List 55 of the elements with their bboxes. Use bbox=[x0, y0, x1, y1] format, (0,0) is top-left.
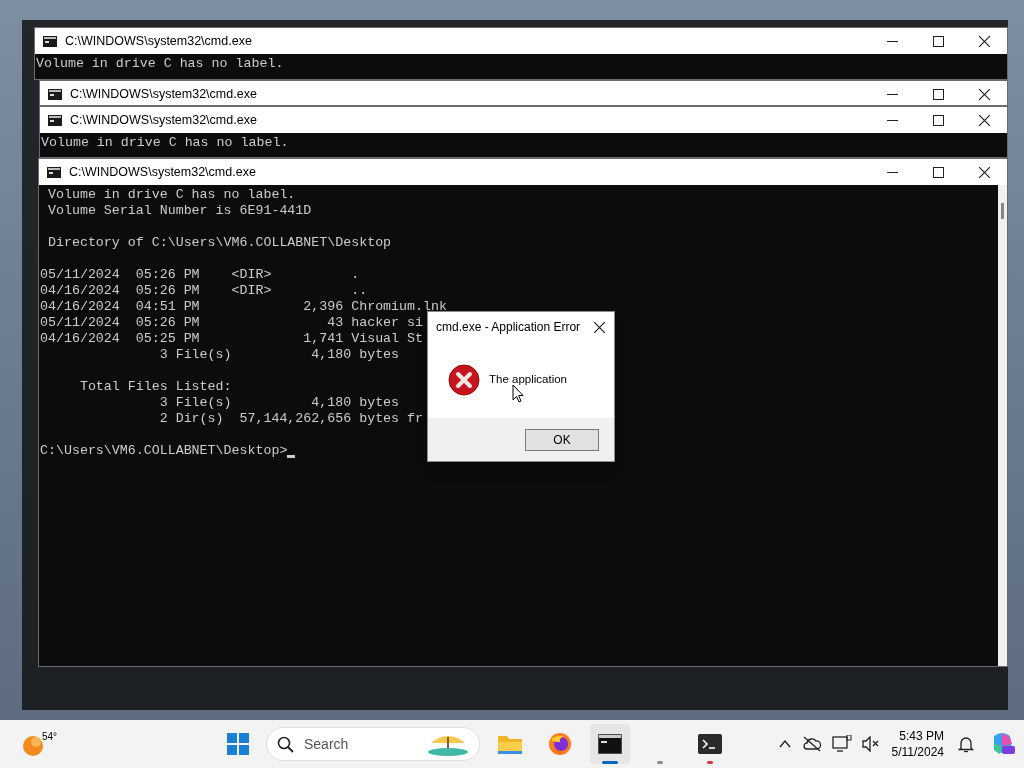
clock[interactable]: 5:43 PM 5/11/2024 bbox=[891, 728, 944, 760]
console-app-button[interactable] bbox=[590, 724, 630, 764]
bell-icon[interactable] bbox=[958, 735, 974, 753]
clock-date: 5/11/2024 bbox=[891, 744, 944, 760]
console-line: Volume in drive C has no label. bbox=[41, 135, 289, 151]
console-line: Directory of C:\Users\VM6.COLLABNET\Desktop bbox=[46, 235, 392, 251]
maximize-icon bbox=[932, 166, 944, 178]
console-icon bbox=[48, 114, 62, 126]
window-title: C:\WINDOWS\system32\cmd.exe bbox=[65, 32, 253, 50]
console-icon bbox=[47, 166, 61, 178]
search-icon bbox=[277, 735, 294, 753]
pointer-icon bbox=[512, 384, 524, 403]
console-line: 04/16/2024 05:25 PM 1,741 Visual St bbox=[40, 331, 423, 347]
console-line: 2 Dir(s) 57,144,262,656 bytes fr bbox=[158, 411, 423, 427]
clock-time: 5:43 PM bbox=[899, 728, 944, 744]
temperature-label: 54° bbox=[42, 730, 58, 744]
close-icon bbox=[978, 114, 990, 126]
search-input[interactable]: Search bbox=[304, 733, 425, 755]
start-icon bbox=[227, 733, 249, 755]
speaker-muted-icon[interactable] bbox=[861, 736, 880, 752]
window-title: C:\WINDOWS\system32\cmd.exe bbox=[69, 163, 257, 181]
console-line: C:\Users\VM6.COLLABNET\Desktop> bbox=[40, 443, 288, 459]
console-line: 05/11/2024 05:26 PM 43 hacker si bbox=[40, 315, 423, 331]
console-line: Volume in drive C has no label. bbox=[46, 187, 296, 203]
console-icon bbox=[48, 88, 62, 100]
browser-icon bbox=[548, 732, 572, 756]
console-line: 3 File(s) 4,180 bytes bbox=[158, 347, 400, 363]
console-line: 04/16/2024 05:26 PM <DIR> .. bbox=[40, 283, 368, 299]
window-title: C:\WINDOWS\system32\cmd.exe bbox=[70, 85, 258, 103]
close-icon bbox=[978, 166, 990, 178]
window-title: C:\WINDOWS\system32\cmd.exe bbox=[70, 111, 258, 129]
close-icon bbox=[978, 35, 990, 47]
console-line: 04/16/2024 04:51 PM 2,396 Chromium.lnk bbox=[40, 299, 447, 315]
maximize-icon bbox=[932, 88, 944, 100]
console-line: Volume in drive C has no label. bbox=[36, 56, 284, 72]
maximize-icon bbox=[932, 35, 944, 47]
maximize-icon bbox=[932, 114, 944, 126]
close-icon bbox=[978, 88, 990, 100]
terminal-icon bbox=[698, 734, 722, 754]
close-icon bbox=[593, 321, 605, 333]
dialog-message: The application bbox=[489, 372, 567, 388]
cloud-off-icon[interactable] bbox=[801, 736, 822, 752]
search-field[interactable]: Search bbox=[266, 727, 480, 761]
console-line: Total Files Listed: bbox=[78, 379, 232, 395]
display-icon[interactable] bbox=[831, 735, 852, 753]
console-icon bbox=[598, 734, 622, 754]
error-icon bbox=[448, 364, 480, 396]
console-line: 3 File(s) 4,180 bytes bbox=[158, 395, 400, 411]
scrollbar[interactable] bbox=[998, 185, 1007, 666]
console-line: Volume Serial Number is 6E91-441D bbox=[46, 203, 312, 219]
console-icon bbox=[43, 35, 57, 47]
console-line: 05/11/2024 05:26 PM <DIR> . bbox=[40, 267, 360, 283]
folder-icon bbox=[497, 733, 523, 755]
ok-button[interactable]: OK bbox=[525, 428, 599, 451]
dialog-title: cmd.exe - Application Error bbox=[436, 319, 582, 336]
